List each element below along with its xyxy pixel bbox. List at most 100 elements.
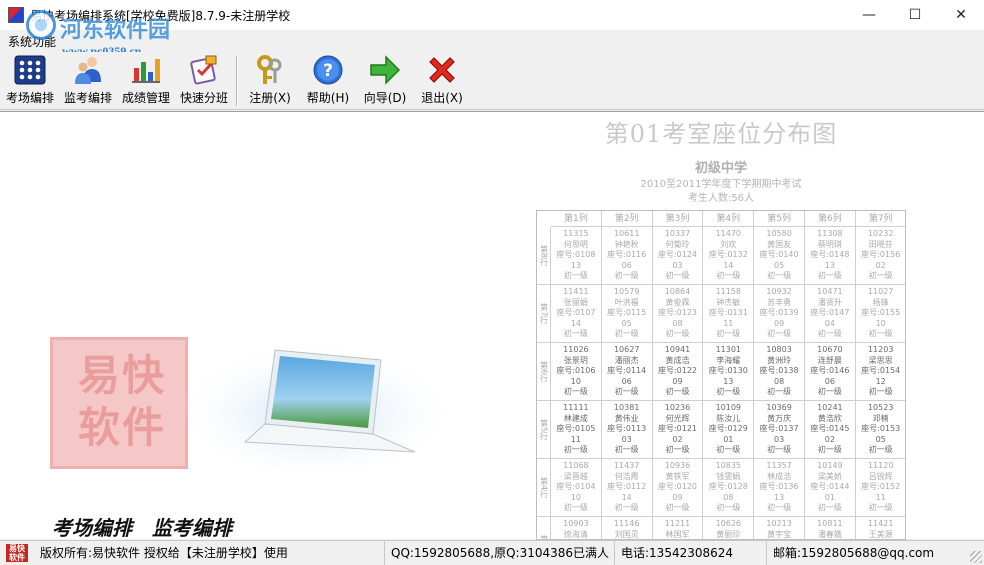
maximize-icon: ☐ bbox=[908, 7, 922, 23]
seat-cell-line: 初一级 bbox=[563, 329, 588, 338]
register-label: 注册(X) bbox=[249, 91, 291, 105]
seat-cell-line: 初一级 bbox=[868, 445, 893, 454]
seat-cell-line: 初一级 bbox=[868, 387, 893, 396]
seat-cell-line: 14 bbox=[723, 260, 734, 270]
seat-cell: 10580 黄国友 座号:0140 05 初一级 bbox=[754, 227, 805, 285]
exit-x-icon bbox=[429, 57, 455, 83]
exam-room-grid-icon bbox=[14, 55, 46, 85]
seat-cell-line: 08 bbox=[672, 318, 683, 328]
seat-cell-line: 初一级 bbox=[868, 271, 893, 280]
seat-cell-line: 11120 bbox=[867, 461, 894, 470]
seat-cell: 11211林国军座号:011912初一级 bbox=[653, 517, 704, 539]
seating-row-header: 第3行 bbox=[537, 517, 551, 539]
seating-row-header: 第6行 bbox=[537, 343, 551, 401]
app-icon[interactable] bbox=[8, 7, 24, 23]
seat-cell-line: 11027 bbox=[867, 287, 894, 296]
seat-cell-line: 初一级 bbox=[868, 503, 893, 512]
toolbar-separator bbox=[236, 56, 238, 106]
seat-cell-line: 座号:0123 bbox=[657, 308, 698, 317]
seat-cell-line: 初一级 bbox=[665, 387, 690, 396]
seat-cell-line: 10627 bbox=[613, 345, 640, 354]
seat-cell-line: 钱雯娟 bbox=[716, 471, 741, 481]
seat-cell-line: 01 bbox=[723, 434, 734, 444]
register-button[interactable]: 注册(X) bbox=[246, 54, 294, 108]
seat-cell-line: 初一级 bbox=[817, 503, 842, 512]
help-icon: ? bbox=[313, 55, 343, 85]
seat-cell-line: 11 bbox=[570, 434, 581, 444]
brand-decor-text: 易快软件 bbox=[77, 351, 166, 452]
seat-cell-line: 座号:0121 bbox=[657, 424, 698, 433]
seat-cell-line: 11411 bbox=[563, 287, 589, 296]
seat-cell: 10903徐海清座号:010309初一级 bbox=[551, 517, 602, 539]
seat-cell: 11301 李海耀 座号:0130 13 初一级 bbox=[703, 343, 755, 401]
seat-cell-line: 10 bbox=[875, 318, 886, 328]
menu-system-functions[interactable]: 系统功能 bbox=[8, 33, 56, 50]
seat-cell-line: 座号:0105 bbox=[556, 424, 596, 433]
brand-stamp-icon: 易快软件 bbox=[6, 544, 28, 562]
seat-cell: 11437 何浩霞 座号:0112 14 初一级 bbox=[601, 459, 653, 517]
menu-bar: 系统功能 bbox=[0, 30, 984, 52]
seat-cell-line: 10803 bbox=[766, 345, 792, 354]
seat-cell: 10337 何菊玲 座号:0124 03 初一级 bbox=[652, 227, 704, 285]
seat-cell-line: 10932 bbox=[766, 287, 792, 296]
seat-cell-line: 11 bbox=[875, 492, 886, 502]
seat-cell-line: 初一级 bbox=[614, 329, 639, 338]
seat-cell-line: 13 bbox=[570, 260, 581, 270]
seat-cell-line: 林国军 bbox=[665, 529, 690, 539]
seat-cell-line: 何菊玲 bbox=[665, 239, 690, 249]
exam-arrangement-button[interactable]: 考场编排 bbox=[4, 54, 56, 108]
seat-cell: 10523 邓楠 座号:0153 05 初一级 bbox=[855, 401, 905, 459]
window-controls: — ☐ ✕ bbox=[846, 0, 984, 30]
maximize-button[interactable]: ☐ bbox=[892, 0, 938, 30]
seat-cell-line: 11470 bbox=[715, 229, 742, 238]
seat-cell-line: 11437 bbox=[613, 461, 640, 470]
proctor-arrangement-button[interactable]: 监考编排 bbox=[62, 54, 114, 108]
seat-cell-line: 座号:0112 bbox=[607, 482, 647, 491]
seat-cell: 10236 何光辉 座号:0121 02 初一级 bbox=[652, 401, 704, 459]
seat-cell-line: 座号:0145 bbox=[810, 424, 850, 433]
seat-cell-line: 初一级 bbox=[614, 271, 639, 280]
resize-grip[interactable] bbox=[970, 551, 982, 563]
seat-cell-line: 02 bbox=[875, 260, 886, 270]
quick-class-split-button[interactable]: 快速分班 bbox=[178, 54, 230, 108]
seat-cell-line: 吕锐辉 bbox=[868, 471, 893, 481]
seat-cell-line: 11 bbox=[723, 318, 734, 328]
minimize-button[interactable]: — bbox=[846, 0, 892, 30]
seat-cell-line: 李海耀 bbox=[716, 355, 741, 365]
seat-cell: 10811潘春娥座号:014308初一级 bbox=[805, 517, 856, 539]
seat-cell-line: 11111 bbox=[563, 403, 589, 412]
seat-cell-line: 06 bbox=[621, 376, 632, 386]
seat-cell-line: 08 bbox=[773, 376, 785, 386]
seat-cell-line: 10149 bbox=[817, 461, 843, 470]
seat-cell-line: 10903 bbox=[563, 519, 589, 528]
seat-cell-line: 初一级 bbox=[665, 503, 690, 512]
seat-cell-line: 张景玥 bbox=[563, 355, 588, 365]
seat-cell-line: 初一级 bbox=[817, 445, 842, 454]
seating-column-header: 第6列 bbox=[805, 211, 856, 227]
help-button[interactable]: ? 帮助(H) bbox=[304, 54, 352, 108]
seat-cell-line: 何光辉 bbox=[665, 413, 690, 423]
seat-cell-line: 初一级 bbox=[665, 271, 690, 280]
seat-cell-line: 黄成浩 bbox=[665, 355, 690, 365]
wizard-button[interactable]: 向导(D) bbox=[361, 54, 409, 108]
seat-cell-line: 蔡明琪 bbox=[817, 239, 842, 249]
seat-cell: 10381 黄伟业 座号:0113 03 初一级 bbox=[601, 401, 653, 459]
seat-cell: 10803 黄洲玲 座号:0138 08 初一级 bbox=[754, 343, 805, 401]
seat-cell-line: 何思明 bbox=[563, 239, 588, 249]
seating-column-header: 第5列 bbox=[754, 211, 805, 227]
score-management-button[interactable]: 成绩管理 bbox=[120, 54, 172, 108]
seat-cell-line: 初一级 bbox=[716, 387, 741, 396]
proctor-arrangement-label: 监考编排 bbox=[63, 91, 112, 105]
seat-cell-line: 10523 bbox=[867, 403, 894, 412]
seat-cell-line: 座号:0153 bbox=[861, 424, 901, 433]
seat-cell-line: 初一级 bbox=[716, 329, 741, 338]
seat-cell-line: 陈汝儿 bbox=[716, 413, 741, 423]
close-button[interactable]: ✕ bbox=[938, 0, 984, 30]
exit-button[interactable]: 退出(X) bbox=[418, 54, 466, 108]
seat-cell-line: 初一级 bbox=[767, 445, 792, 454]
seat-cell: 10579 叶洪福 座号:0115 05 初一级 bbox=[601, 285, 653, 343]
seat-cell-line: 初一级 bbox=[614, 387, 639, 396]
seat-cell-line: 座号:0106 bbox=[556, 366, 596, 375]
seat-cell: 10471 潘贤升 座号:0147 04 初一级 bbox=[805, 285, 856, 343]
seat-cell-line: 座号:0107 bbox=[556, 308, 596, 317]
